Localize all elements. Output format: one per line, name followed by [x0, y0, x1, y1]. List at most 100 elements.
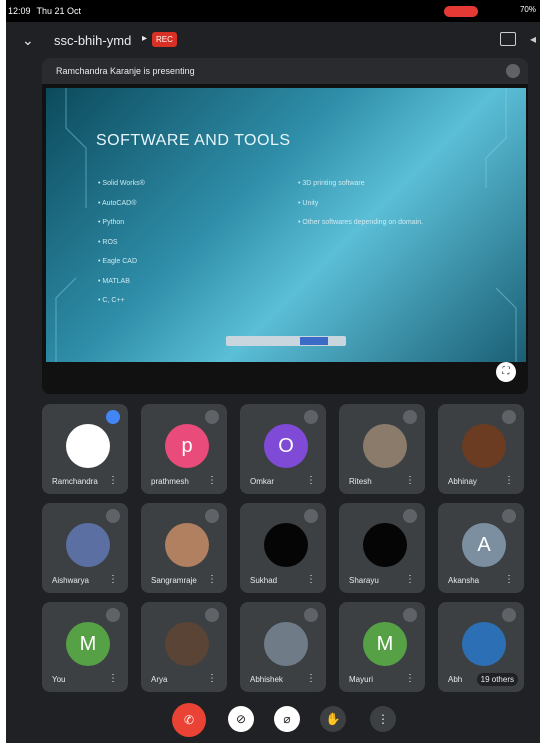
participant-name: Sharayu: [349, 576, 379, 585]
avatar: M: [363, 622, 407, 666]
participant-tile[interactable]: Abhishek ⋮: [240, 602, 326, 692]
participant-name: Ramchandra: [52, 477, 98, 486]
participant-tile[interactable]: Sharayu ⋮: [339, 503, 425, 593]
avatar: [462, 424, 506, 468]
more-vert-icon[interactable]: ⋮: [207, 673, 217, 684]
slide-bullet: • MATLAB: [98, 277, 130, 285]
slide-bullet: • Unity: [298, 199, 319, 207]
participant-tile[interactable]: Ramchandra ⋮: [42, 404, 128, 494]
participant-tile[interactable]: Ritesh ⋮: [339, 404, 425, 494]
battery-level: 70%: [519, 5, 536, 14]
more-options-button[interactable]: ⋮: [370, 706, 396, 732]
camera-switch-icon[interactable]: [500, 32, 516, 46]
share-control-bar[interactable]: [226, 336, 346, 346]
meet-screen: 12:09 Thu 21 Oct 70% ⌄ ssc-bhih-ymd ▸ RE…: [6, 0, 540, 743]
mic-active-icon: [106, 410, 120, 424]
avatar: p: [165, 424, 209, 468]
avatar: [165, 622, 209, 666]
more-vert-icon[interactable]: ⋮: [207, 475, 217, 486]
mic-muted-icon: [506, 64, 520, 78]
mic-muted-icon: [403, 410, 417, 424]
others-count-badge[interactable]: 19 others: [476, 673, 518, 686]
camera-off-button[interactable]: ⊘: [228, 706, 254, 732]
logo-avatar: [66, 424, 110, 468]
meeting-code[interactable]: ssc-bhih-ymd: [54, 33, 131, 48]
slide-bullet: • Python: [98, 219, 125, 226]
stop-share-button[interactable]: [300, 337, 328, 345]
slide-bullet: • Other softwares depending on domain.: [298, 219, 424, 226]
mic-muted-icon: [304, 608, 318, 622]
presenting-text: Ramchandra Karanje is presenting: [56, 66, 195, 76]
chevron-right-icon[interactable]: ▸: [142, 33, 147, 44]
participant-name: Arya: [151, 675, 168, 684]
slide-bullets-right: • 3D printing software • Unity • Other s…: [298, 180, 423, 239]
participant-name: Akansha: [448, 576, 480, 585]
more-vert-icon[interactable]: ⋮: [108, 574, 118, 585]
fullscreen-icon[interactable]: ⛶: [496, 362, 516, 382]
participant-tile[interactable]: Abhinay ⋮: [438, 404, 524, 494]
participant-tile[interactable]: A Akansha ⋮: [438, 503, 524, 593]
rec-badge: REC: [152, 32, 177, 47]
slide-bullet: • C, C++: [98, 297, 125, 304]
recording-indicator: [444, 6, 478, 17]
mic-muted-icon: [502, 410, 516, 424]
more-vert-icon[interactable]: ⋮: [504, 574, 514, 585]
avatar: [363, 523, 407, 567]
participant-tile[interactable]: M You ⋮: [42, 602, 128, 692]
participant-tile[interactable]: Sukhad ⋮: [240, 503, 326, 593]
control-bar: ✆ ⊘ ⌀ ✋ ⋮: [6, 696, 540, 743]
participant-tile[interactable]: M Mayuri ⋮: [339, 602, 425, 692]
participant-name: Aishwarya: [52, 576, 89, 585]
slide-title: SOFTWARE AND TOOLS: [96, 132, 291, 149]
more-vert-icon[interactable]: ⋮: [405, 673, 415, 684]
chevron-down-icon[interactable]: ⌄: [22, 32, 34, 49]
participant-tile[interactable]: Sangramraje ⋮: [141, 503, 227, 593]
participant-tile[interactable]: p prathmesh ⋮: [141, 404, 227, 494]
presentation-card: Ramchandra Karanje is presenting SOFTWAR…: [42, 58, 528, 394]
participant-tile[interactable]: Abh⋮19 others: [438, 602, 524, 692]
mic-off-button[interactable]: ⌀: [274, 706, 300, 732]
slide-bullet: • ROS: [98, 238, 118, 246]
more-vert-icon[interactable]: ⋮: [306, 475, 316, 486]
mic-muted-icon: [205, 410, 219, 424]
status-bar: 12:09 Thu 21 Oct 70%: [6, 0, 540, 22]
raise-hand-button[interactable]: ✋: [320, 706, 346, 732]
more-vert-icon[interactable]: ⋮: [306, 574, 316, 585]
more-vert-icon[interactable]: ⋮: [405, 475, 415, 486]
hand-icon: ✋: [325, 712, 341, 726]
video-off-icon: ⊘: [235, 712, 247, 726]
mic-muted-icon: [205, 608, 219, 622]
mic-off-icon: ⌀: [283, 712, 291, 726]
presenting-banner: Ramchandra Karanje is presenting: [42, 58, 528, 84]
end-call-button[interactable]: ✆: [172, 703, 206, 737]
avatar: [264, 523, 308, 567]
slide-bullet: • Solid Works®: [98, 180, 145, 187]
more-vert-icon[interactable]: ⋮: [108, 673, 118, 684]
more-vert-icon[interactable]: ⋮: [405, 574, 415, 585]
more-vert-icon[interactable]: ⋮: [108, 475, 118, 486]
avatar: [165, 523, 209, 567]
participant-tile[interactable]: Aishwarya ⋮: [42, 503, 128, 593]
audio-icon[interactable]: ◂: [530, 32, 536, 46]
participant-name: Abh: [448, 675, 463, 684]
more-vert-icon[interactable]: ⋮: [207, 574, 217, 585]
mic-muted-icon: [106, 509, 120, 523]
slide-bullet: • 3D printing software: [298, 180, 365, 187]
more-vert-icon[interactable]: ⋮: [306, 673, 316, 684]
mic-muted-icon: [502, 509, 516, 523]
slide-bullet: • Eagle CAD: [98, 258, 138, 265]
participant-tile[interactable]: Arya ⋮: [141, 602, 227, 692]
slide-bullets-left: • Solid Works® • AutoCAD® • Python • ROS…: [98, 180, 145, 317]
avatar: [462, 622, 506, 666]
avatar: [363, 424, 407, 468]
mic-muted-icon: [502, 608, 516, 622]
participant-name: Sangramraje: [151, 576, 197, 585]
participant-tile[interactable]: O Omkar ⋮: [240, 404, 326, 494]
avatar: [66, 523, 110, 567]
avatar: [264, 622, 308, 666]
more-vert-icon[interactable]: ⋮: [504, 475, 514, 486]
more-vert-icon: ⋮: [377, 712, 389, 726]
avatar: O: [264, 424, 308, 468]
avatar: A: [462, 523, 506, 567]
participant-name: Omkar: [250, 477, 274, 486]
